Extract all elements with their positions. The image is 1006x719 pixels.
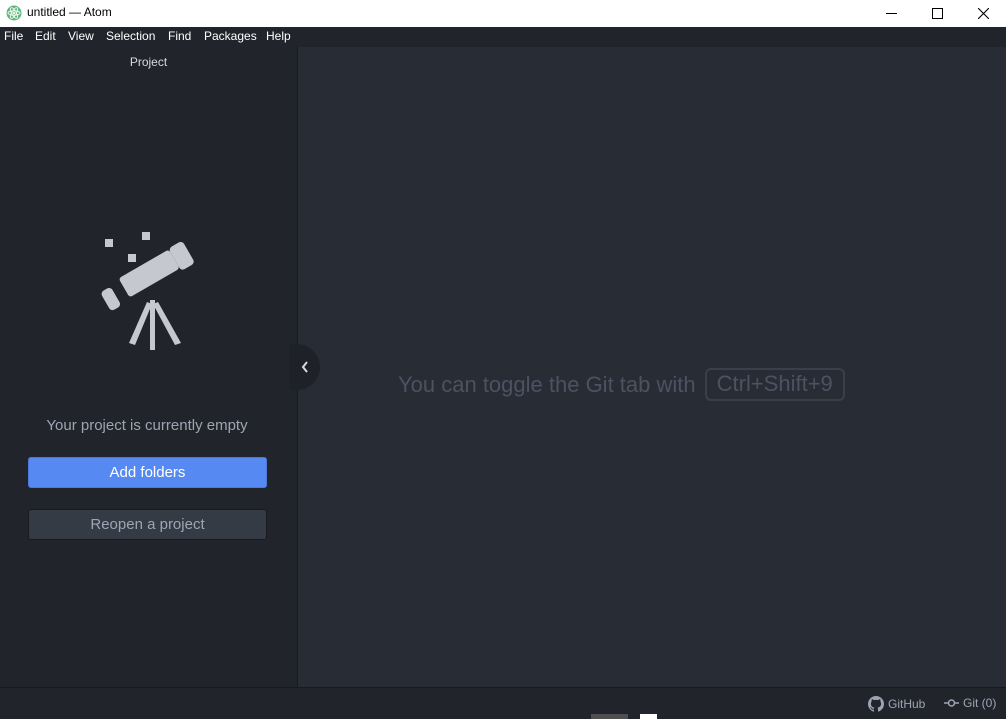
github-label: GitHub (888, 697, 926, 711)
maximize-button[interactable] (914, 0, 960, 27)
close-button[interactable] (960, 0, 1006, 27)
git-commit-icon (944, 699, 959, 707)
reopen-project-button[interactable]: Reopen a project (28, 509, 267, 540)
git-tab-toggle[interactable]: Git (0) (944, 696, 996, 710)
shortcut-key: Ctrl+Shift+9 (704, 368, 845, 401)
github-icon (868, 696, 884, 712)
empty-project-message: Your project is currently empty (46, 417, 248, 434)
window-title: untitled — Atom (27, 5, 112, 19)
git-label: Git (0) (963, 696, 997, 710)
menu-help[interactable]: Help (266, 29, 291, 44)
menu-selection[interactable]: Selection (106, 29, 155, 44)
taskbar-indicator-active (640, 714, 657, 719)
project-panel: Project Your project is currently empty … (0, 47, 298, 687)
menu-find[interactable]: Find (168, 29, 191, 44)
menu-edit[interactable]: Edit (35, 29, 56, 44)
chevron-left-icon (301, 361, 308, 373)
close-icon (977, 8, 989, 19)
maximize-icon (931, 8, 943, 19)
project-panel-title: Project (129, 55, 168, 69)
add-folders-button[interactable]: Add folders (28, 457, 267, 488)
menu-bar: File Edit View Selection Find Packages H… (0, 27, 1006, 47)
menu-file[interactable]: File (4, 29, 23, 44)
telescope-icon (101, 232, 194, 350)
editor-area[interactable]: You can toggle the Git tab with Ctrl+Shi… (298, 47, 1006, 687)
hint-text: You can toggle the Git tab with (398, 371, 696, 397)
minimize-icon (885, 13, 897, 14)
github-tab-toggle[interactable]: GitHub (868, 696, 925, 712)
taskbar-indicator (591, 714, 628, 719)
menu-view[interactable]: View (68, 29, 94, 44)
atom-logo-icon (6, 5, 22, 21)
git-tab-hint: You can toggle the Git tab with Ctrl+Shi… (398, 368, 845, 401)
status-bar: GitHub Git (0) (0, 687, 1006, 719)
window-titlebar: untitled — Atom (0, 0, 1006, 27)
menu-packages[interactable]: Packages (204, 29, 257, 44)
minimize-button[interactable] (868, 0, 914, 27)
